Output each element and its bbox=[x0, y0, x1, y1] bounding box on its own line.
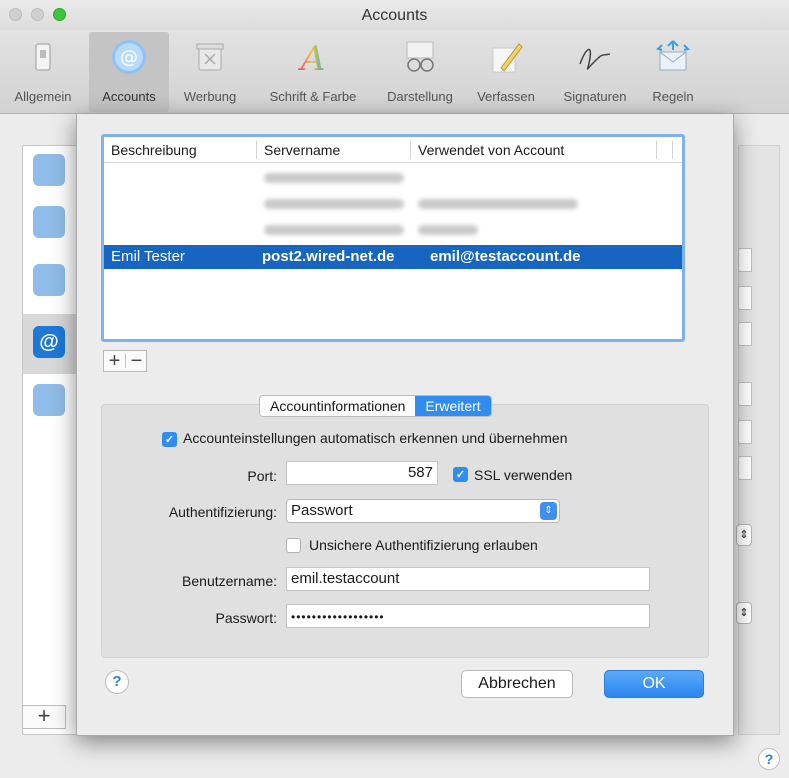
toolbar-item-regeln[interactable]: Regeln bbox=[642, 32, 704, 112]
toolbar-label: Regeln bbox=[652, 89, 694, 104]
accounts-table[interactable]: Beschreibung Servername Verwendet von Ac… bbox=[101, 134, 685, 342]
column-separator bbox=[256, 141, 257, 159]
column-header-account[interactable]: Verwendet von Account bbox=[418, 142, 564, 158]
username-field[interactable]: emil.testaccount bbox=[286, 567, 650, 591]
column-separator bbox=[656, 141, 657, 159]
insecure-auth-label: Unsichere Authentifizierung erlauben bbox=[309, 537, 538, 553]
redacted-text bbox=[264, 173, 404, 183]
toolbar-label: Allgemein bbox=[14, 89, 72, 104]
svg-text:@: @ bbox=[120, 47, 138, 68]
window-title: Accounts bbox=[361, 7, 428, 24]
toolbar-item-accounts[interactable]: @ Accounts bbox=[89, 32, 169, 112]
trash-icon bbox=[196, 43, 224, 71]
toolbar-item-werbung[interactable]: Werbung bbox=[174, 32, 246, 112]
add-account-button[interactable]: + bbox=[22, 705, 66, 729]
tab-accountinformationen[interactable]: Accountinformationen bbox=[260, 396, 415, 416]
switch-icon bbox=[35, 43, 51, 71]
redacted-text bbox=[264, 199, 404, 209]
account-description: Emil Tester bbox=[111, 248, 185, 265]
auto-detect-label: Accounteinstellungen automatisch erkenne… bbox=[183, 430, 568, 446]
sidebar-account-icon[interactable] bbox=[33, 154, 65, 186]
column-header-description[interactable]: Beschreibung bbox=[111, 142, 197, 158]
sidebar-account-icon[interactable] bbox=[33, 206, 65, 238]
toolbar-label: Signaturen bbox=[563, 89, 627, 104]
toolbar-label: Schrift & Farbe bbox=[269, 89, 357, 104]
sidebar-account-icon[interactable] bbox=[33, 264, 65, 296]
auth-select[interactable]: Passwort ⇕ bbox=[286, 499, 560, 523]
column-header-server[interactable]: Servername bbox=[264, 142, 340, 158]
toolbar-item-verfassen[interactable]: Verfassen bbox=[466, 32, 546, 112]
column-separator bbox=[410, 141, 411, 159]
ssl-checkbox[interactable]: ✓ bbox=[453, 467, 468, 482]
details-field[interactable] bbox=[738, 286, 752, 310]
details-field[interactable] bbox=[738, 456, 752, 480]
settings-tabs: Accountinformationen Erweitert bbox=[259, 395, 492, 417]
account-server: post2.wired-net.de bbox=[262, 248, 395, 265]
help-button-background[interactable]: ? bbox=[758, 748, 780, 770]
redacted-text bbox=[418, 225, 478, 235]
details-field[interactable] bbox=[738, 420, 752, 444]
toolbar-label: Accounts bbox=[102, 89, 156, 104]
tab-erweitert[interactable]: Erweitert bbox=[415, 396, 491, 416]
toolbar-label: Verfassen bbox=[477, 89, 535, 104]
toolbar-item-darstellung[interactable]: Darstellung bbox=[378, 32, 462, 112]
details-popup-stepper[interactable]: ⇕ bbox=[736, 524, 752, 546]
ssl-label: SSL verwenden bbox=[474, 467, 573, 483]
redacted-text bbox=[264, 225, 404, 235]
account-address: emil@testaccount.de bbox=[430, 248, 581, 265]
redacted-text bbox=[418, 199, 578, 209]
username-label: Benutzername: bbox=[182, 573, 277, 589]
toolbar-item-schrift-farbe[interactable]: A Schrift & Farbe bbox=[252, 32, 374, 112]
port-label: Port: bbox=[247, 468, 277, 484]
glasses-icon bbox=[406, 41, 434, 72]
sidebar-at-icon[interactable]: @ bbox=[33, 326, 65, 358]
chevron-updown-icon: ⇕ bbox=[540, 502, 557, 520]
cancel-button[interactable]: Abbrechen bbox=[461, 670, 573, 698]
details-field[interactable] bbox=[738, 322, 752, 346]
auto-detect-checkbox[interactable]: ✓ bbox=[162, 432, 177, 447]
add-server-button[interactable]: + bbox=[104, 350, 125, 373]
auth-selected-value: Passwort bbox=[291, 502, 353, 519]
preferences-toolbar: Allgemein @ Accounts Werbung A Schrift &… bbox=[0, 30, 789, 114]
password-label: Passwort: bbox=[215, 610, 277, 626]
help-button[interactable]: ? bbox=[105, 670, 129, 694]
add-remove-buttons: + − bbox=[103, 350, 147, 372]
at-icon: @ bbox=[112, 40, 146, 74]
toolbar-item-signaturen[interactable]: Signaturen bbox=[553, 32, 637, 112]
toolbar-label: Darstellung bbox=[387, 89, 453, 104]
table-header: Beschreibung Servername Verwendet von Ac… bbox=[104, 137, 682, 163]
column-separator bbox=[672, 141, 673, 159]
toolbar-label: Werbung bbox=[183, 89, 237, 104]
pencil-icon bbox=[492, 43, 523, 73]
sidebar-account-icon[interactable] bbox=[33, 384, 65, 416]
details-popup-stepper[interactable]: ⇕ bbox=[736, 602, 752, 624]
ok-button[interactable]: OK bbox=[604, 670, 704, 698]
font-color-icon: A bbox=[298, 39, 326, 76]
table-row-selected[interactable]: Emil Tester post2.wired-net.de emil@test… bbox=[104, 245, 682, 269]
accounts-sidebar: @ bbox=[22, 145, 80, 735]
details-field[interactable] bbox=[738, 248, 752, 272]
title-bar: Accounts bbox=[0, 0, 789, 30]
remove-server-button[interactable]: − bbox=[126, 350, 147, 373]
insecure-auth-checkbox[interactable] bbox=[286, 538, 301, 553]
toolbar-item-allgemein[interactable]: Allgemein bbox=[0, 32, 86, 112]
port-field[interactable]: 587 bbox=[286, 461, 438, 485]
auth-label: Authentifizierung: bbox=[168, 504, 277, 520]
password-field[interactable]: •••••••••••••••••• bbox=[286, 604, 650, 628]
svg-text:A: A bbox=[298, 39, 326, 76]
details-field[interactable] bbox=[738, 382, 752, 406]
envelope-arrows-icon bbox=[656, 40, 690, 71]
account-settings-sheet: Beschreibung Servername Verwendet von Ac… bbox=[76, 114, 734, 736]
signature-icon bbox=[579, 48, 611, 70]
